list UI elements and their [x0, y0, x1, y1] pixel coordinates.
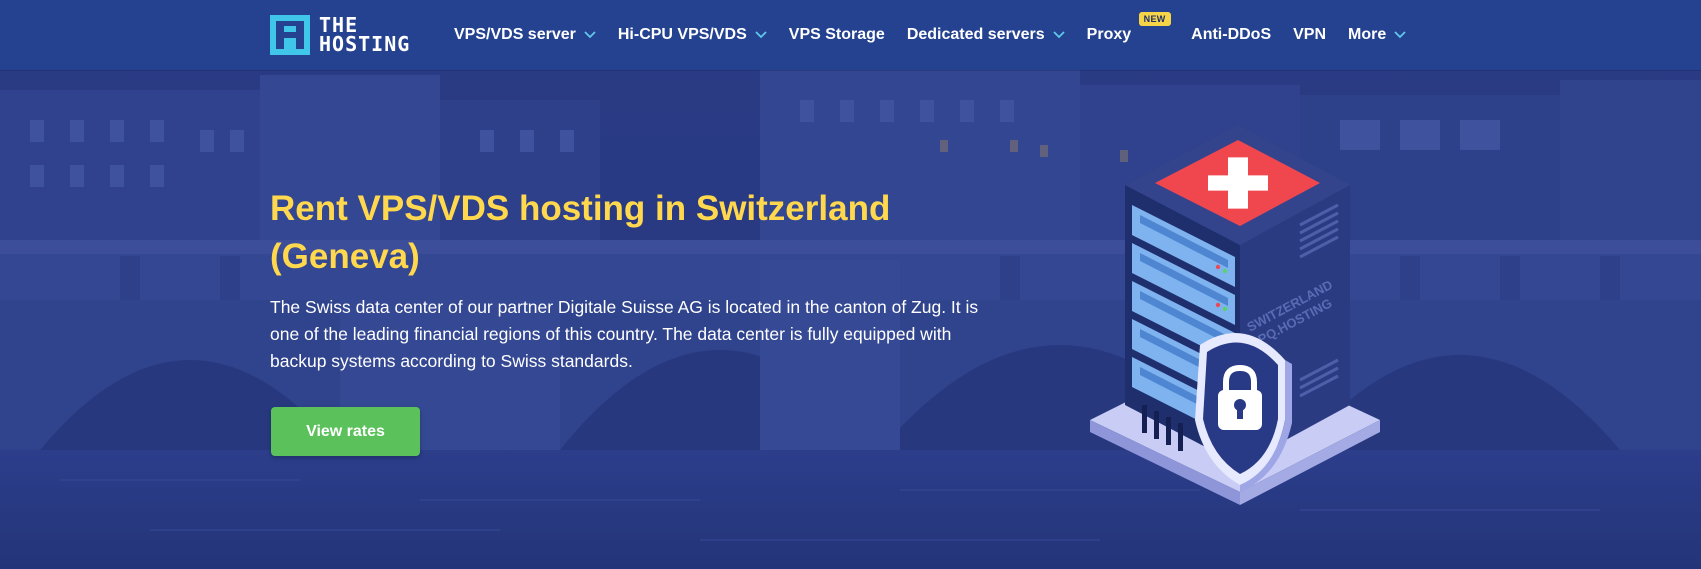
nav-item-vpn[interactable]: VPN: [1293, 26, 1326, 44]
main-nav: VPS/VDS server Hi-CPU VPS/VDS VPS Storag…: [454, 0, 1428, 70]
nav-item-vps-vds-server[interactable]: VPS/VDS server: [454, 26, 596, 44]
chevron-down-icon: [1394, 31, 1406, 39]
logo-line-2: HOSTING: [319, 32, 411, 56]
hero-title-line-2: (Geneva): [270, 237, 420, 276]
nav-item-label: Hi-CPU VPS/VDS: [617, 26, 747, 43]
nav-item-label: Dedicated servers: [906, 26, 1045, 43]
nav-item-label: Proxy: [1086, 26, 1132, 43]
chevron-down-icon: [584, 31, 596, 39]
hero-background: [0, 0, 1701, 569]
site-header: THE HOSTING VPS/VDS server Hi-CPU VPS/VD…: [0, 0, 1701, 70]
nav-item-label: More: [1348, 26, 1387, 43]
nav-item-more[interactable]: More: [1348, 26, 1406, 44]
nav-item-label: VPS Storage: [788, 26, 885, 43]
hero-title: Rent VPS/VDS hosting in Switzerland (Gen…: [270, 185, 910, 281]
view-rates-button[interactable]: View rates: [271, 407, 420, 456]
nav-item-label: Anti-DDoS: [1191, 26, 1272, 43]
chevron-down-icon: [1053, 31, 1065, 39]
nav-item-vps-storage[interactable]: VPS Storage: [789, 26, 885, 44]
nav-item-label: VPN: [1293, 26, 1327, 43]
logo-mark-icon: [270, 15, 310, 55]
chevron-down-icon: [755, 31, 767, 39]
site-logo[interactable]: THE HOSTING: [270, 15, 410, 55]
new-badge: NEW: [1138, 12, 1171, 26]
nav-item-dedicated-servers[interactable]: Dedicated servers: [907, 26, 1065, 44]
hero-title-line-1: Rent VPS/VDS hosting in Switzerland: [270, 189, 891, 228]
nav-item-proxy[interactable]: Proxy NEW: [1086, 12, 1171, 44]
nav-item-hi-cpu[interactable]: Hi-CPU VPS/VDS: [618, 26, 767, 44]
server-illustration: SWITZERLAND PQ.HOSTING: [1080, 120, 1390, 525]
nav-item-label: VPS/VDS server: [454, 26, 576, 43]
nav-item-anti-ddos[interactable]: Anti-DDoS: [1191, 26, 1271, 44]
hero-description: The Swiss data center of our partner Dig…: [270, 297, 979, 371]
logo-wordmark: THE HOSTING: [319, 15, 411, 56]
